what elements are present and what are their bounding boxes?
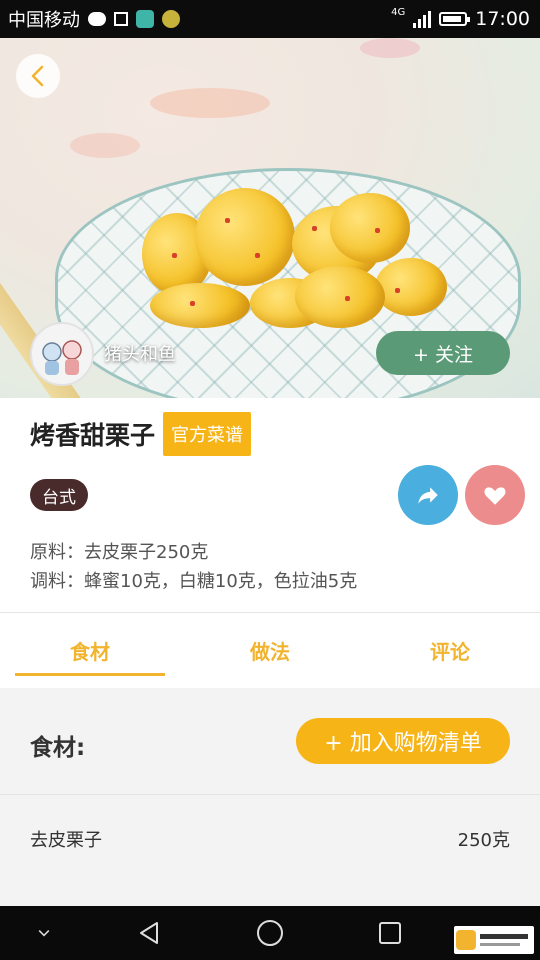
tab-comments[interactable]: 评论 bbox=[360, 613, 540, 687]
ingredients-header: 食材: bbox=[30, 735, 86, 761]
recipe-tabs: 食材 做法 评论 bbox=[0, 613, 540, 687]
seasonings-text: 调料：蜂蜜10克，白糖10克，色拉油5克 bbox=[30, 571, 358, 592]
recipe-title: 烤香甜栗子 bbox=[30, 421, 156, 450]
main-ingredients-text: 原料：去皮栗子250克 bbox=[30, 542, 209, 563]
chevron-down-icon bbox=[38, 930, 50, 937]
title-row: 烤香甜栗子 官方菜谱 bbox=[30, 412, 252, 456]
clock: 17:00 bbox=[475, 8, 530, 30]
author-avatar[interactable] bbox=[30, 322, 94, 386]
signal-icon bbox=[413, 10, 432, 28]
back-button[interactable] bbox=[16, 54, 60, 98]
follow-button[interactable]: + 关注 bbox=[376, 331, 510, 375]
site-watermark-logo bbox=[454, 926, 534, 954]
official-recipe-badge: 官方菜谱 bbox=[163, 412, 252, 456]
share-arrow-icon bbox=[418, 487, 438, 504]
app-notification-icon-2 bbox=[162, 10, 180, 28]
wechat-icon bbox=[88, 12, 106, 26]
image-icon bbox=[114, 12, 128, 26]
network-type: 4G bbox=[391, 6, 406, 18]
tab-steps[interactable]: 做法 bbox=[180, 613, 360, 687]
chevron-left-icon bbox=[31, 65, 44, 87]
circle-home-icon bbox=[257, 920, 283, 946]
tab-ingredients[interactable]: 食材 bbox=[0, 613, 180, 687]
avatar-cartoon-icon bbox=[42, 340, 82, 375]
cuisine-tag[interactable]: 台式 bbox=[30, 479, 88, 511]
watermark-logo-icon bbox=[456, 930, 528, 950]
ingredient-amount: 250克 bbox=[457, 830, 510, 851]
carrier-label: 中国移动 bbox=[8, 10, 80, 31]
ingredient-row: 去皮栗子 250克 bbox=[30, 826, 510, 852]
triangle-back-icon bbox=[140, 922, 158, 944]
favorite-button[interactable] bbox=[465, 465, 525, 525]
heart-icon bbox=[484, 487, 506, 505]
app-notification-icon bbox=[136, 10, 154, 28]
author-name[interactable]: 猪头和鱼 bbox=[104, 340, 176, 366]
status-bar: 中国移动 4G 17:00 bbox=[0, 0, 540, 38]
ingredients-section: 食材: + 加入购物清单 去皮栗子 250克 bbox=[0, 688, 540, 906]
nav-back-button[interactable] bbox=[130, 906, 170, 960]
ingredients-divider bbox=[0, 794, 540, 795]
nav-recents-button[interactable] bbox=[370, 906, 410, 960]
battery-icon bbox=[439, 12, 471, 26]
ingredient-name: 去皮栗子 bbox=[30, 830, 102, 851]
nav-home-button[interactable] bbox=[250, 906, 290, 960]
square-recents-icon bbox=[379, 922, 401, 944]
share-button[interactable] bbox=[398, 465, 458, 525]
add-to-shopping-list-button[interactable]: + 加入购物清单 bbox=[296, 718, 510, 764]
hide-nav-button[interactable] bbox=[24, 906, 64, 960]
